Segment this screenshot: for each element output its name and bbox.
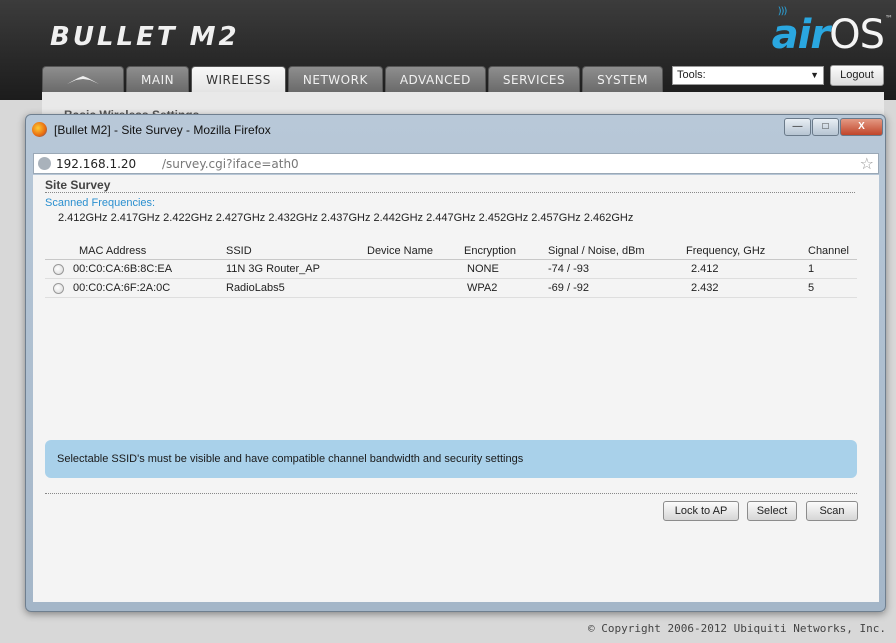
maximize-button[interactable]: □ (812, 118, 839, 136)
tab-advanced[interactable]: ADVANCED (384, 66, 486, 92)
survey-table: MAC Address SSID Device Name Encryption … (45, 242, 857, 298)
cell-ssid: 11N 3G Router_AP (226, 263, 320, 275)
airos-logo: ))) airOS ™ (771, 6, 893, 58)
window-title: [Bullet M2] - Site Survey - Mozilla Fire… (54, 123, 271, 137)
divider (45, 493, 857, 494)
column-header-channel[interactable]: Channel (808, 245, 849, 257)
select-radio[interactable] (53, 264, 64, 275)
copyright: © Copyright 2006-2012 Ubiquiti Networks,… (587, 622, 886, 635)
survey-content: Site Survey Scanned Frequencies: 2.412GH… (33, 175, 879, 602)
tab-system[interactable]: SYSTEM (582, 66, 663, 92)
scan-button[interactable]: Scan (806, 501, 858, 521)
url-path: /survey.cgi?iface=ath0 (162, 157, 299, 171)
divider (45, 192, 855, 193)
minimize-button[interactable]: — (784, 118, 811, 136)
ubiquiti-logo-icon (67, 76, 99, 84)
select-radio[interactable] (53, 283, 64, 294)
tab-main[interactable]: MAIN (126, 66, 190, 92)
tab-services[interactable]: SERVICES (487, 66, 581, 92)
scanned-frequencies-values: 2.412GHz 2.417GHz 2.422GHz 2.427GHz 2.43… (58, 212, 634, 224)
table-row[interactable]: 00:C0:CA:6B:8C:EA 11N 3G Router_AP NONE … (45, 260, 857, 279)
table-header: MAC Address SSID Device Name Encryption … (45, 242, 857, 260)
globe-icon (38, 157, 51, 170)
product-logo: BULLET M2 (50, 22, 240, 52)
column-header-device[interactable]: Device Name (367, 245, 433, 257)
bookmark-star-icon[interactable]: ☆ (860, 154, 874, 173)
page-title: Site Survey (45, 178, 111, 192)
cell-mac: 00:C0:CA:6F:2A:0C (73, 282, 171, 294)
cell-signal: -74 / -93 (548, 263, 589, 275)
table-row[interactable]: 00:C0:CA:6F:2A:0C RadioLabs5 WPA2 -69 / … (45, 279, 857, 298)
cell-encryption: NONE (467, 263, 499, 275)
chevron-down-icon: ▼ (810, 70, 819, 80)
tab-ubiquiti-logo[interactable] (42, 66, 124, 92)
close-button[interactable]: X (840, 118, 883, 136)
cell-signal: -69 / -92 (548, 282, 589, 294)
firefox-icon (32, 122, 47, 137)
url-host: 192.168.1.20 (56, 157, 137, 171)
window-titlebar[interactable]: [Bullet M2] - Site Survey - Mozilla Fire… (26, 115, 885, 145)
airos-logo-os: OS (829, 12, 885, 58)
column-header-frequency[interactable]: Frequency, GHz (686, 245, 765, 257)
app-header: BULLET M2 ))) airOS ™ MAIN WIRELESS NETW… (0, 0, 896, 100)
trademark-mark: ™ (885, 14, 893, 23)
cell-channel: 5 (808, 282, 815, 294)
tab-network[interactable]: NETWORK (287, 66, 383, 92)
tab-wireless[interactable]: WIRELESS (191, 66, 286, 92)
cell-frequency: 2.412 (691, 263, 719, 275)
window-bottom-border (26, 602, 885, 612)
logout-button[interactable]: Logout (830, 65, 884, 86)
site-survey-window: [Bullet M2] - Site Survey - Mozilla Fire… (25, 114, 886, 612)
cell-encryption: WPA2 (467, 282, 498, 294)
scanned-frequencies-label: Scanned Frequencies: (45, 197, 156, 209)
column-header-signal[interactable]: Signal / Noise, dBm (548, 245, 645, 257)
cell-frequency: 2.432 (691, 282, 719, 294)
address-bar[interactable]: 192.168.1.20 /survey.cgi?iface=ath0 ☆ (33, 153, 879, 174)
cell-ssid: RadioLabs5 (226, 282, 285, 294)
cell-channel: 1 (808, 263, 815, 275)
nav-tabs: MAIN WIRELESS NETWORK ADVANCED SERVICES … (42, 66, 665, 92)
column-header-encryption[interactable]: Encryption (464, 245, 516, 257)
select-button[interactable]: Select (747, 501, 797, 521)
column-header-ssid[interactable]: SSID (226, 245, 252, 257)
tools-select-label: Tools: (677, 69, 706, 81)
info-message: Selectable SSID's must be visible and ha… (45, 440, 857, 478)
wifi-waves-icon: ))) (777, 6, 788, 17)
column-header-mac[interactable]: MAC Address (79, 245, 146, 257)
tools-select[interactable]: Tools: ▼ (672, 66, 824, 85)
cell-mac: 00:C0:CA:6B:8C:EA (73, 263, 173, 275)
lock-to-ap-button[interactable]: Lock to AP (663, 501, 739, 521)
airos-logo-air: air (771, 12, 830, 58)
